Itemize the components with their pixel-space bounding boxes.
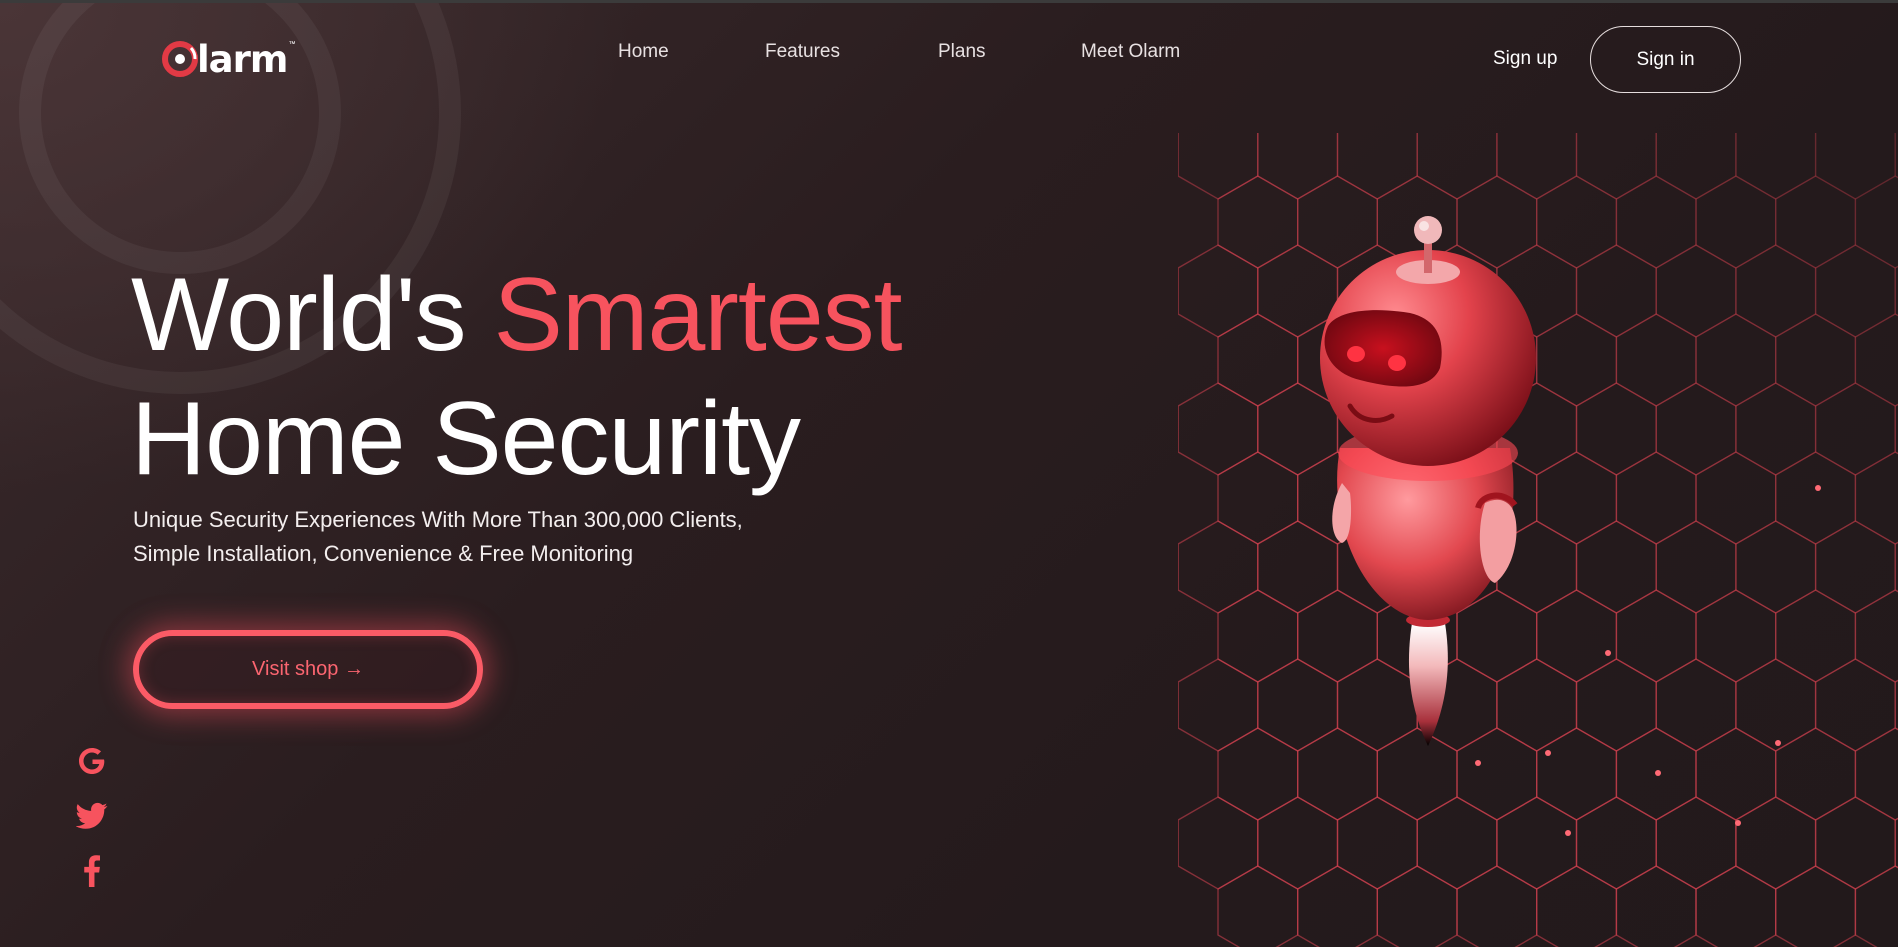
landing-page: larm ™ Home Features Plans Meet Olarm Si… [0, 0, 1898, 947]
brand-logo[interactable]: larm ™ [161, 37, 295, 81]
facebook-icon[interactable] [74, 853, 110, 889]
signin-button-label: Sign in [1636, 48, 1695, 70]
hero-title-accent: Smartest [493, 257, 902, 373]
nav-item-features[interactable]: Features [765, 41, 840, 63]
hero-title-line2: Home Security [131, 381, 801, 497]
hero-subtitle-line1: Unique Security Experiences With More Th… [133, 507, 743, 532]
hero-title-prefix: World's [131, 257, 494, 373]
robot-illustration [1320, 216, 1536, 746]
google-icon[interactable] [74, 743, 110, 779]
nav-item-plans[interactable]: Plans [938, 41, 986, 63]
visit-shop-button[interactable]: Visit shop → [133, 630, 483, 709]
brand-name: larm [197, 37, 288, 81]
hero-title: World's Smartest Home Security [131, 253, 903, 501]
trademark-symbol: ™ [288, 41, 296, 48]
olarm-logo-icon [162, 41, 198, 77]
twitter-icon[interactable] [74, 798, 110, 834]
signup-link[interactable]: Sign up [1493, 48, 1557, 70]
nav-item-meet-olarm[interactable]: Meet Olarm [1081, 41, 1180, 63]
hero-subtitle-line2: Simple Installation, Convenience & Free … [133, 541, 634, 566]
hero-subtitle: Unique Security Experiences With More Th… [133, 503, 853, 571]
nav-item-home[interactable]: Home [618, 41, 669, 63]
visit-shop-label: Visit shop → [252, 658, 364, 680]
signin-button[interactable]: Sign in [1590, 26, 1741, 93]
